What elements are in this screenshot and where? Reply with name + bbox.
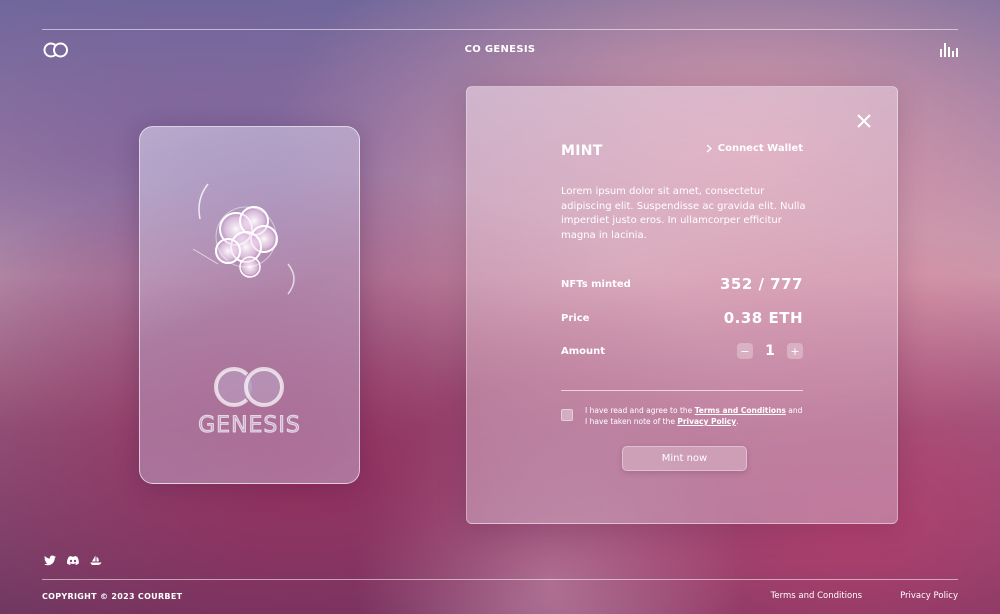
- agree-suffix: .: [736, 417, 739, 426]
- close-icon[interactable]: [857, 114, 871, 128]
- amount-row: Amount − 1 +: [561, 343, 803, 359]
- card-genesis-text: GENESIS: [198, 413, 301, 439]
- price-row: Price 0.38 ETH: [561, 309, 803, 327]
- opensea-icon[interactable]: [90, 555, 102, 566]
- orb-artwork-icon: [192, 183, 295, 295]
- price-label: Price: [561, 312, 590, 324]
- nfts-minted-label: NFTs minted: [561, 278, 631, 290]
- chevron-right-icon: [706, 144, 712, 153]
- amount-value: 1: [765, 343, 775, 359]
- quantity-stepper: − 1 +: [737, 343, 803, 359]
- nfts-minted-row: NFTs minted 352 / 777: [561, 275, 803, 293]
- agreement-text: I have read and agree to the Terms and C…: [585, 405, 806, 427]
- site-title: CO GENESIS: [464, 44, 536, 55]
- connect-wallet-label: Connect Wallet: [717, 143, 803, 154]
- social-links: [44, 555, 102, 566]
- copyright: COPYRIGHT © 2023 COURBET: [42, 592, 183, 601]
- mint-now-button[interactable]: Mint now: [622, 446, 747, 471]
- footer-privacy-link[interactable]: Privacy Policy: [900, 591, 958, 601]
- footer-links: Terms and Conditions Privacy Policy: [771, 591, 958, 601]
- increment-button[interactable]: +: [787, 343, 803, 359]
- terms-link[interactable]: Terms and Conditions: [695, 406, 786, 415]
- agree-checkbox[interactable]: [561, 409, 573, 421]
- mint-heading: MINT: [561, 143, 603, 159]
- header-divider: [42, 29, 958, 30]
- footer-terms-link[interactable]: Terms and Conditions: [771, 591, 862, 601]
- card-co-logo-icon: [213, 367, 284, 407]
- sound-bars-icon[interactable]: [940, 43, 958, 57]
- panel-divider: [561, 390, 803, 391]
- amount-label: Amount: [561, 345, 606, 357]
- agreement: I have read and agree to the Terms and C…: [561, 405, 806, 427]
- connect-wallet-button[interactable]: Connect Wallet: [706, 143, 803, 154]
- price-value: 0.38 ETH: [723, 309, 803, 327]
- mint-panel: MINT Connect Wallet Lorem ipsum dolor si…: [466, 86, 898, 524]
- privacy-link[interactable]: Privacy Policy: [677, 417, 736, 426]
- discord-icon[interactable]: [67, 555, 79, 566]
- mint-description: Lorem ipsum dolor sit amet, consectetur …: [561, 186, 806, 241]
- twitter-icon[interactable]: [44, 555, 56, 566]
- nfts-minted-value: 352 / 777: [719, 275, 803, 293]
- footer-divider: [42, 579, 958, 580]
- decrement-button[interactable]: −: [737, 343, 753, 359]
- agree-prefix: I have read and agree to the: [585, 406, 695, 415]
- card-wordmark: GENESIS: [140, 365, 359, 439]
- nft-card: GENESIS: [139, 126, 360, 484]
